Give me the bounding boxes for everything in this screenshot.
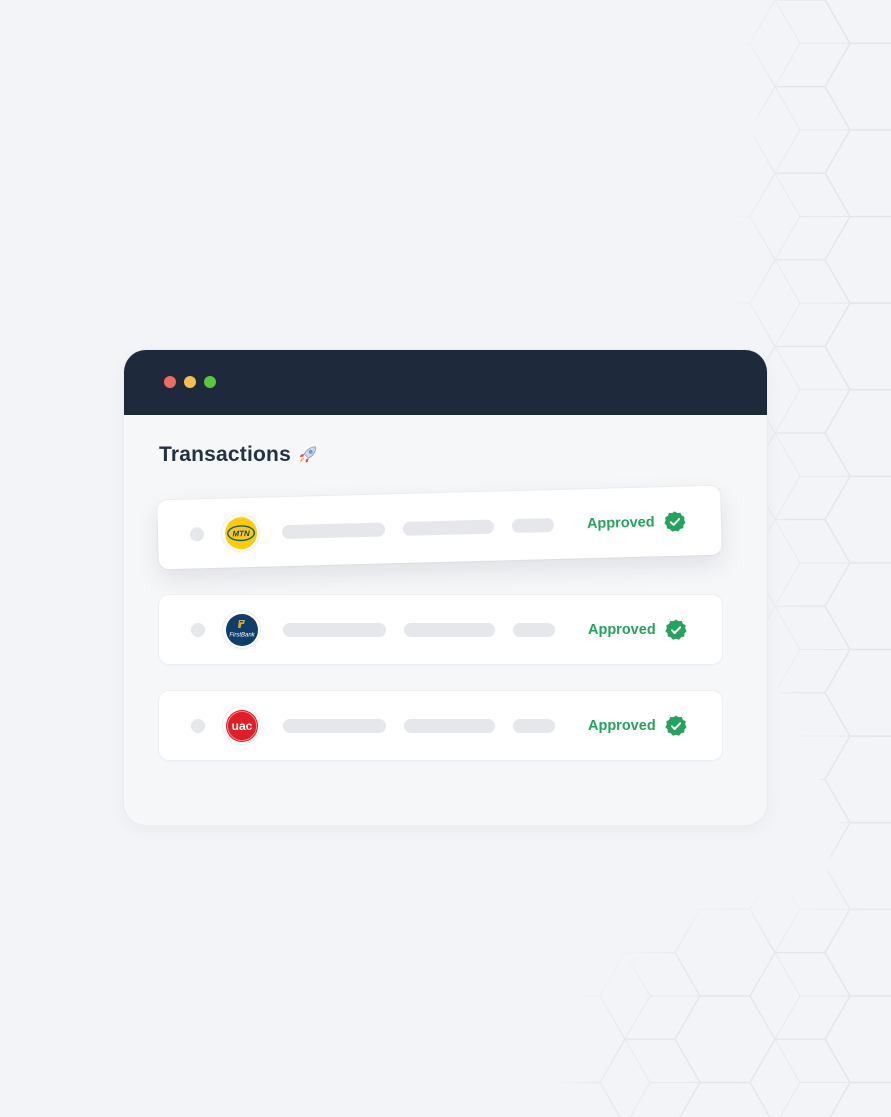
minimize-dot[interactable]: [184, 376, 196, 388]
rocket-icon: [297, 444, 319, 466]
maximize-dot[interactable]: [204, 376, 216, 388]
placeholder-bar: [511, 518, 555, 534]
svg-text:uac: uac: [231, 719, 252, 733]
transactions-window: Transactions MTN Approved FirstBank Appr…: [124, 350, 767, 825]
transaction-row[interactable]: FirstBank Approved: [159, 595, 722, 664]
placeholder-bar: [402, 519, 495, 536]
status-label: Approved: [588, 622, 656, 638]
status-label: Approved: [586, 514, 655, 533]
placeholder-bar: [283, 719, 386, 733]
svg-text:FirstBank: FirstBank: [229, 632, 255, 638]
row-select-radio[interactable]: [191, 623, 205, 637]
close-dot[interactable]: [164, 376, 176, 388]
window-titlebar: [124, 350, 767, 415]
transaction-row[interactable]: MTN Approved: [157, 485, 722, 570]
window-controls: [164, 376, 216, 388]
placeholder-bar: [281, 522, 386, 540]
check-badge-icon: [664, 714, 688, 738]
row-select-radio[interactable]: [189, 527, 205, 542]
page-title: Transactions: [159, 443, 319, 467]
firstbank-logo: FirstBank: [223, 611, 260, 648]
svg-text:MTN: MTN: [232, 528, 250, 537]
placeholder-bar: [513, 623, 555, 637]
row-select-radio[interactable]: [191, 719, 205, 733]
uac-logo: uac: [223, 707, 260, 744]
mtn-logo: MTN: [221, 513, 260, 552]
check-badge-icon: [664, 618, 688, 642]
page-title-label: Transactions: [159, 443, 291, 466]
status-label: Approved: [588, 718, 656, 734]
placeholder-bar: [404, 719, 495, 733]
transaction-row[interactable]: uac Approved: [159, 691, 722, 760]
placeholder-bar: [283, 623, 386, 637]
placeholder-bar: [513, 719, 555, 733]
check-badge-icon: [663, 510, 688, 535]
placeholder-bar: [404, 623, 495, 637]
